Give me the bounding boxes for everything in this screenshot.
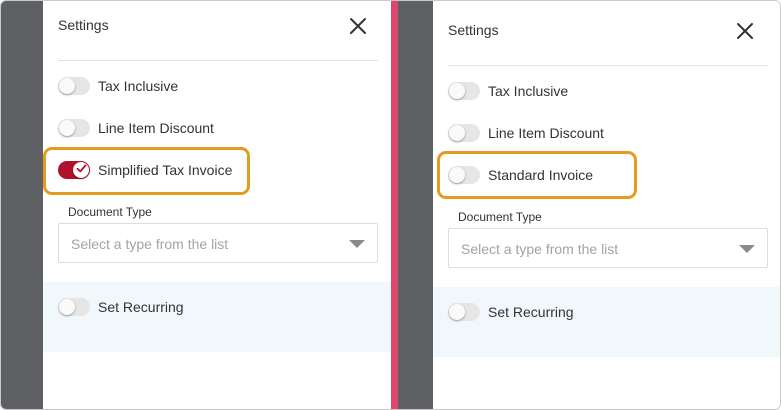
standard-invoice-toggle-row[interactable]: Standard Invoice [448, 164, 593, 186]
settings-panel: Settings Tax Inclusive Line Item Discoun… [433, 1, 780, 409]
comparison-frame: Settings Tax Inclusive Line Item Discoun… [0, 0, 781, 410]
line-item-discount-toggle[interactable] [58, 119, 90, 137]
line-item-discount-toggle-row[interactable]: Line Item Discount [448, 122, 604, 144]
select-placeholder: Select a type from the list [461, 241, 619, 257]
toggle-label: Line Item Discount [98, 120, 214, 136]
toggle-label: Tax Inclusive [98, 78, 179, 94]
recurring-section: Set Recurring [433, 287, 780, 357]
close-icon[interactable] [734, 20, 756, 42]
tax-inclusive-toggle[interactable] [58, 77, 90, 95]
toggle-label: Standard Invoice [488, 167, 594, 183]
modal-backdrop [398, 1, 433, 409]
document-type-select[interactable]: Select a type from the list [58, 223, 378, 263]
header-divider [448, 65, 768, 66]
toggle-label: Set Recurring [488, 304, 574, 320]
check-icon [76, 161, 87, 179]
toggle-label: Set Recurring [98, 299, 184, 315]
left-screenshot: Settings Tax Inclusive Line Item Discoun… [1, 1, 391, 409]
settings-panel: Settings Tax Inclusive Line Item Discoun… [43, 1, 391, 409]
panel-header: Settings [43, 1, 391, 61]
document-type-label: Document Type [68, 205, 152, 219]
chevron-down-icon [349, 240, 365, 248]
toggle-label: Tax Inclusive [488, 83, 569, 99]
panel-header: Settings [433, 1, 780, 66]
set-recurring-toggle-row[interactable]: Set Recurring [448, 301, 574, 323]
set-recurring-toggle[interactable] [448, 303, 480, 321]
chevron-down-icon [739, 245, 755, 253]
select-placeholder: Select a type from the list [71, 236, 229, 252]
panel-title: Settings [448, 22, 499, 38]
document-type-select[interactable]: Select a type from the list [448, 228, 768, 268]
header-divider [58, 60, 378, 61]
tax-inclusive-toggle-row[interactable]: Tax Inclusive [448, 80, 568, 102]
toggle-label: Simplified Tax Invoice [98, 162, 233, 178]
right-screenshot: Settings Tax Inclusive Line Item Discoun… [398, 1, 780, 409]
line-item-discount-toggle[interactable] [448, 124, 480, 142]
tax-inclusive-toggle[interactable] [448, 82, 480, 100]
set-recurring-toggle-row[interactable]: Set Recurring [58, 296, 184, 318]
toggle-label: Line Item Discount [488, 125, 604, 141]
simplified-tax-invoice-toggle[interactable] [58, 161, 90, 179]
tax-inclusive-toggle-row[interactable]: Tax Inclusive [58, 75, 178, 97]
comparison-divider [391, 1, 398, 409]
recurring-section: Set Recurring [43, 282, 391, 352]
panel-title: Settings [58, 17, 109, 33]
document-type-label: Document Type [458, 210, 542, 224]
simplified-tax-invoice-toggle-row[interactable]: Simplified Tax Invoice [58, 159, 232, 181]
modal-backdrop [1, 1, 43, 409]
standard-invoice-toggle[interactable] [448, 166, 480, 184]
close-icon[interactable] [347, 15, 369, 37]
line-item-discount-toggle-row[interactable]: Line Item Discount [58, 117, 214, 139]
set-recurring-toggle[interactable] [58, 298, 90, 316]
